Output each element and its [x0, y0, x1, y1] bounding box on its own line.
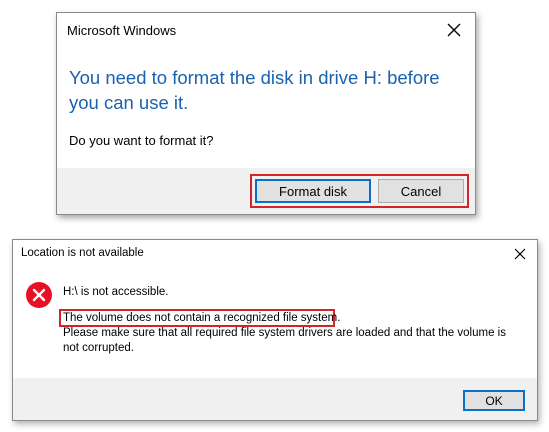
error-icon	[25, 281, 53, 309]
format-question: Do you want to format it?	[69, 133, 214, 148]
ok-button[interactable]: OK	[463, 390, 525, 411]
error-heading: H:\ is not accessible.	[63, 286, 169, 298]
close-icon[interactable]	[443, 19, 465, 41]
format-disk-button[interactable]: Format disk	[255, 179, 371, 203]
format-disk-dialog: Microsoft Windows You need to format the…	[56, 12, 476, 215]
dialog-title: Microsoft Windows	[67, 23, 177, 38]
location-not-available-dialog: Location is not available H:\ is not acc…	[12, 239, 538, 421]
dialog-button-bar: OK	[13, 378, 537, 420]
dialog-title: Location is not available	[21, 247, 144, 259]
dialog-button-bar: Format disk Cancel	[57, 168, 475, 214]
error-hint: Please make sure that all required file …	[63, 327, 506, 354]
close-icon[interactable]	[511, 245, 529, 263]
format-message: You need to format the disk in drive H: …	[69, 67, 440, 113]
cancel-button[interactable]: Cancel	[378, 179, 464, 203]
error-detail: The volume does not contain a recognized…	[63, 312, 341, 324]
